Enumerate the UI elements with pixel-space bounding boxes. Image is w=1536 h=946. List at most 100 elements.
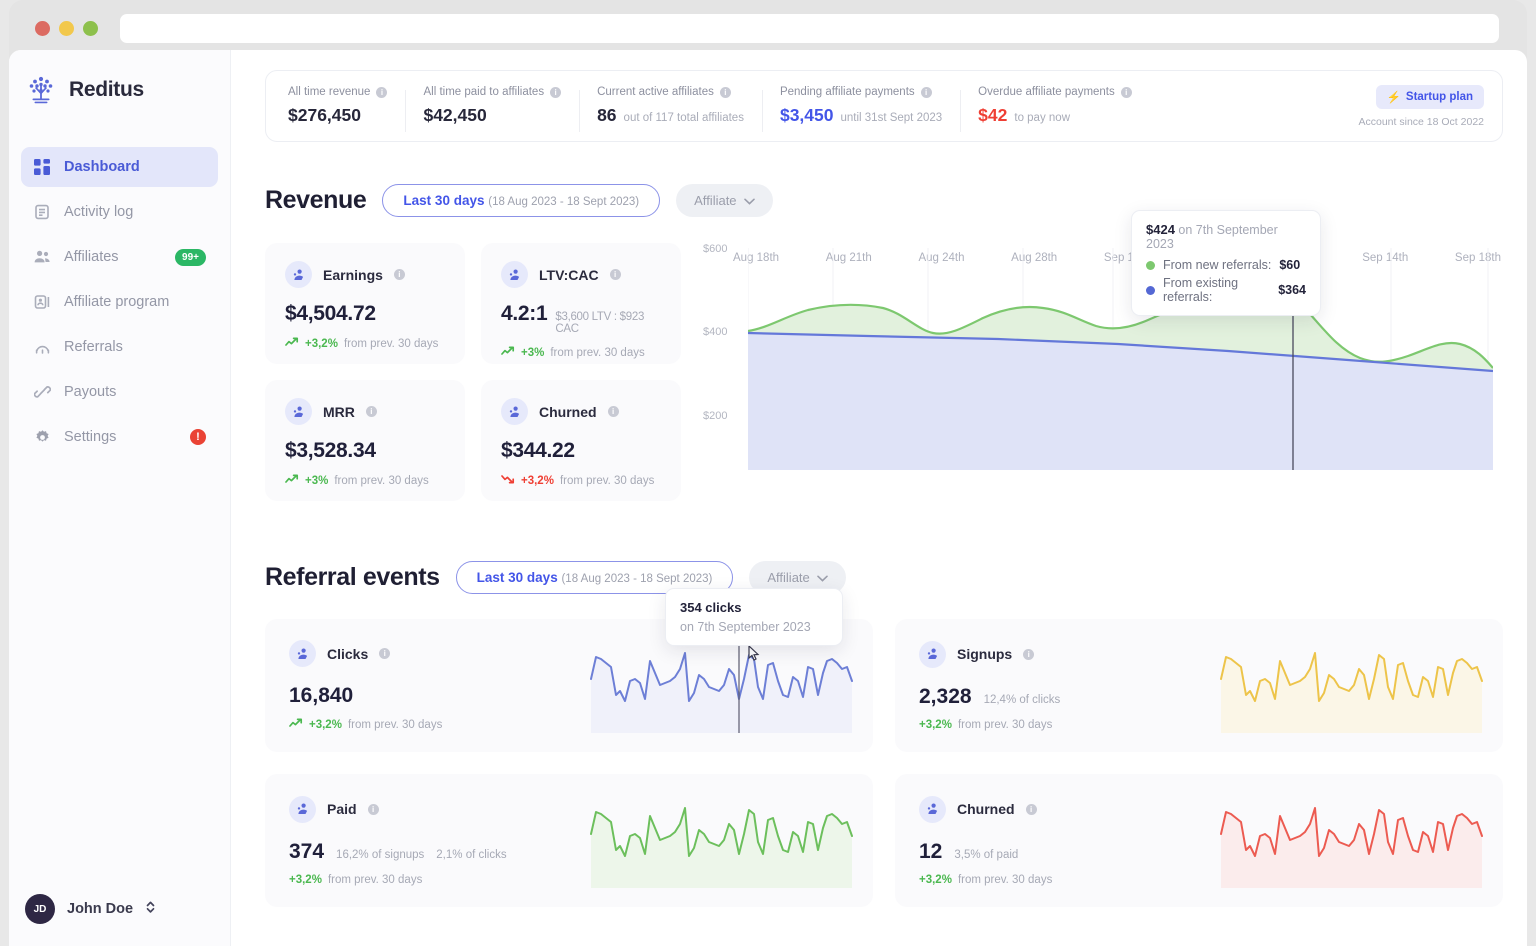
kpi-delta: +3% from prev. 30 days <box>501 346 661 359</box>
info-icon[interactable]: i <box>368 804 379 815</box>
card-header: Signups i <box>919 641 1219 668</box>
stat-value: $42,450 <box>423 105 561 126</box>
card-text: Clicks i 16,840 +3,2% <box>289 640 589 731</box>
card-header: Churned i <box>919 796 1219 823</box>
browser-window: Reditus Dashboard <box>9 0 1527 946</box>
avatar: JD <box>25 894 55 924</box>
tooltip-headline: $424 on 7th September 2023 <box>1146 222 1306 251</box>
sparkline-svg <box>1219 788 1484 888</box>
kpi-header: MRR i <box>285 398 445 425</box>
referral-card-signups: Signups i 2,328 12,4% of clicks +3,2% fr… <box>895 619 1503 752</box>
revenue-affiliate-filter[interactable]: Affiliate <box>676 184 772 217</box>
trend-up-icon <box>289 718 303 731</box>
user-name: John Doe <box>67 901 133 917</box>
sidebar-item-label: Referrals <box>64 339 206 355</box>
person-money-icon <box>501 261 528 288</box>
stat-label: Overdue affiliate payments i <box>978 86 1132 98</box>
info-icon[interactable]: i <box>610 269 621 280</box>
sidebar-item-referrals[interactable]: Referrals <box>21 327 218 367</box>
affiliates-count-badge: 99+ <box>175 249 206 266</box>
churned-sparkline[interactable] <box>1219 788 1484 893</box>
info-icon[interactable]: i <box>1023 649 1034 660</box>
tooltip-headline: 354 clicks <box>680 600 828 615</box>
maximize-window-button[interactable] <box>83 21 98 36</box>
info-icon[interactable]: i <box>366 406 377 417</box>
sidebar-item-affiliates[interactable]: Affiliates 99+ <box>21 237 218 277</box>
brand-name: Reditus <box>69 78 144 102</box>
info-icon[interactable]: i <box>1121 87 1132 98</box>
close-window-button[interactable] <box>35 21 50 36</box>
sidebar-item-label: Affiliate program <box>64 294 206 310</box>
browser-chrome <box>9 0 1527 56</box>
revenue-area-svg <box>748 248 1493 493</box>
person-money-icon <box>919 796 946 823</box>
card-label: Clicks <box>327 646 368 662</box>
stat-label: All time revenue i <box>288 86 387 98</box>
stat-label: All time paid to affiliates i <box>423 86 561 98</box>
card-value: 12 3,5% of paid <box>919 840 1219 864</box>
card-label: Signups <box>957 646 1012 662</box>
chevron-updown-icon <box>145 899 156 920</box>
kpi-header: Earnings i <box>285 261 445 288</box>
revenue-chart[interactable]: $600 $400 $200 <box>703 243 1503 501</box>
referral-card-churned: Churned i 12 3,5% of paid +3,2% from pre… <box>895 774 1503 907</box>
y-axis-label-400: $400 <box>703 326 727 338</box>
page-title: Revenue <box>265 186 366 215</box>
info-icon[interactable]: i <box>550 87 561 98</box>
brand-logo[interactable]: Reditus <box>9 50 230 108</box>
gear-icon <box>33 428 51 446</box>
person-money-icon <box>289 796 316 823</box>
y-axis-label-200: $200 <box>703 410 727 422</box>
card-text: Paid i 374 16,2% of signups 2,1% of clic… <box>289 796 589 886</box>
tooltip-date: on 7th September 2023 <box>680 620 828 634</box>
clicks-sparkline[interactable] <box>589 633 854 738</box>
referral-events-header: Referral events Last 30 days (18 Aug 202… <box>265 561 1503 594</box>
sparkline-svg <box>589 633 854 733</box>
main-content: All time revenue i $276,450 All time pai… <box>231 50 1527 946</box>
info-icon[interactable]: i <box>394 269 405 280</box>
sidebar-item-affiliate-program[interactable]: Affiliate program <box>21 282 218 322</box>
card-text: Signups i 2,328 12,4% of clicks +3,2% fr… <box>919 641 1219 731</box>
person-money-icon <box>285 261 312 288</box>
trend-down-icon <box>501 474 515 487</box>
minimize-window-button[interactable] <box>59 21 74 36</box>
signups-sparkline[interactable] <box>1219 633 1484 738</box>
referral-cards-grid: Clicks i 16,840 +3,2% <box>265 619 1503 907</box>
card-delta: +3,2% from prev. 30 days <box>919 874 1219 886</box>
paid-sparkline[interactable] <box>589 788 854 893</box>
referral-card-paid: Paid i 374 16,2% of signups 2,1% of clic… <box>265 774 873 907</box>
window-controls[interactable] <box>35 21 98 36</box>
sidebar-item-settings[interactable]: Settings ! <box>21 417 218 457</box>
info-icon[interactable]: i <box>376 87 387 98</box>
info-icon[interactable]: i <box>720 87 731 98</box>
mouse-cursor-icon <box>746 645 762 663</box>
tooltip-row-existing: From existing referrals: $364 <box>1146 276 1306 304</box>
info-icon[interactable]: i <box>921 87 932 98</box>
kpi-value: $3,528.34 <box>285 439 445 463</box>
sidebar-item-label: Affiliates <box>64 249 162 265</box>
list-icon <box>33 203 51 221</box>
sidebar-item-activity-log[interactable]: Activity log <box>21 192 218 232</box>
address-bar[interactable] <box>120 14 1499 43</box>
user-menu[interactable]: JD John Doe <box>25 894 156 924</box>
card-delta: +3,2% from prev. 30 days <box>919 719 1219 731</box>
revenue-date-range-selector[interactable]: Last 30 days (18 Aug 2023 - 18 Sept 2023… <box>382 184 660 217</box>
stat-pending-payments: Pending affiliate payments i $3,450 unti… <box>762 86 960 126</box>
kpi-delta: +3% from prev. 30 days <box>285 474 445 487</box>
kpi-delta: +3,2% from prev. 30 days <box>501 474 661 487</box>
info-icon[interactable]: i <box>1026 804 1037 815</box>
info-icon[interactable]: i <box>379 648 390 659</box>
card-delta: +3,2% from prev. 30 days <box>289 874 589 886</box>
plan-badge[interactable]: ⚡ Startup plan <box>1376 85 1484 109</box>
sidebar-item-dashboard[interactable]: Dashboard <box>21 147 218 187</box>
link-icon <box>33 383 51 401</box>
sidebar-item-payouts[interactable]: Payouts <box>21 372 218 412</box>
person-money-icon <box>501 398 528 425</box>
person-money-icon <box>289 640 316 667</box>
person-money-icon <box>285 398 312 425</box>
stat-all-time-paid: All time paid to affiliates i $42,450 <box>405 86 579 126</box>
info-icon[interactable]: i <box>608 406 619 417</box>
reditus-tree-icon <box>23 72 59 108</box>
tooltip-row-new: From new referrals: $60 <box>1146 258 1306 272</box>
card-label: Churned <box>957 801 1015 817</box>
